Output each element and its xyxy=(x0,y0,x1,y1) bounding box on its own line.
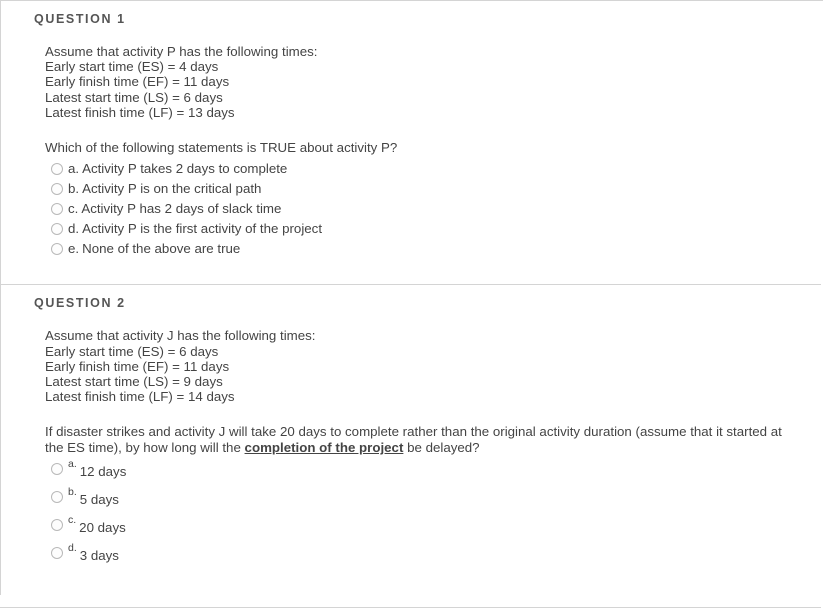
statement-line: Latest finish time (LF) = 14 days xyxy=(45,389,235,405)
quiz-page: QUESTION 1 Assume that activity P has th… xyxy=(0,0,823,608)
option-letter: e. xyxy=(68,241,80,257)
option-letter: a. xyxy=(68,458,77,471)
question-1-heading: QUESTION 1 xyxy=(34,12,126,26)
option-label: 5 days xyxy=(79,492,119,508)
prompt-emphasis: completion of the project xyxy=(244,439,404,455)
option-letter: b. xyxy=(68,180,80,196)
question-2-statement: Assume that activity J has the following… xyxy=(45,328,823,404)
statement-line: Assume that activity P has the following… xyxy=(45,44,318,59)
radio-button-icon[interactable] xyxy=(51,547,63,560)
radio-button-icon[interactable] xyxy=(51,223,63,236)
radio-button-icon[interactable] xyxy=(51,463,63,476)
radio-button-icon[interactable] xyxy=(51,491,63,504)
statement-line: Latest start time (LS) = 6 days xyxy=(45,89,223,105)
option-e[interactable]: e. None of the above are true xyxy=(45,240,823,257)
question-section-2: QUESTION 2 Assume that activity J has th… xyxy=(0,285,823,607)
statement-line: Early start time (ES) = 6 days xyxy=(45,343,219,359)
option-label: Activity P is on the critical path xyxy=(82,180,262,196)
option-letter: a. xyxy=(68,160,80,176)
option-letter: d. xyxy=(68,221,80,237)
option-letter: d. xyxy=(68,542,77,555)
option-c[interactable]: c. 20 days xyxy=(45,514,823,535)
option-d[interactable]: d. Activity P is the first activity of t… xyxy=(45,220,823,237)
radio-button-icon[interactable] xyxy=(51,182,63,195)
statement-line: Assume that activity J has the following… xyxy=(45,328,316,344)
radio-button-icon[interactable] xyxy=(51,202,63,215)
option-label: None of the above are true xyxy=(82,241,241,257)
radio-button-icon[interactable] xyxy=(51,243,63,256)
statement-line: Early finish time (EF) = 11 days xyxy=(45,358,230,374)
question-section-1: QUESTION 1 Assume that activity P has th… xyxy=(0,1,823,284)
radio-button-icon[interactable] xyxy=(51,162,63,175)
option-a[interactable]: a. 12 days xyxy=(45,458,823,479)
statement-line: Early start time (ES) = 4 days xyxy=(45,59,219,75)
question-1-body: Assume that activity P has the following… xyxy=(0,44,823,257)
option-label: 12 days xyxy=(79,464,127,480)
option-label: 3 days xyxy=(79,548,119,564)
option-letter: b. xyxy=(68,486,77,499)
option-a[interactable]: a. Activity P takes 2 days to complete xyxy=(45,160,823,177)
statement-line: Latest finish time (LF) = 13 days xyxy=(45,104,235,120)
option-label: Activity P takes 2 days to complete xyxy=(82,160,288,176)
question-1-statement: Assume that activity P has the following… xyxy=(45,44,823,120)
radio-button-icon[interactable] xyxy=(51,519,63,532)
option-c[interactable]: c. Activity P has 2 days of slack time xyxy=(45,200,823,217)
option-letter: c. xyxy=(68,514,77,527)
question-2-body: Assume that activity J has the following… xyxy=(0,328,823,563)
prompt-text-part-2: be delayed? xyxy=(403,439,480,455)
statement-line: Early finish time (EF) = 11 days xyxy=(45,74,230,90)
option-label: Activity P has 2 days of slack time xyxy=(81,200,282,216)
option-b[interactable]: b. Activity P is on the critical path xyxy=(45,180,823,197)
option-d[interactable]: d. 3 days xyxy=(45,542,823,563)
option-b[interactable]: b. 5 days xyxy=(45,486,823,507)
question-1-prompt: Which of the following statements is TRU… xyxy=(45,140,398,156)
option-label: Activity P is the first activity of the … xyxy=(82,221,323,237)
question-2-heading: QUESTION 2 xyxy=(34,296,126,311)
option-label: 20 days xyxy=(79,520,126,536)
question-2-options: a. 12 days b. 5 days c. 20 days d. 3 day xyxy=(45,458,823,563)
question-1-options: a. Activity P takes 2 days to complete b… xyxy=(45,160,823,258)
question-2-prompt: If disaster strikes and activity J will … xyxy=(45,424,793,455)
statement-line: Latest start time (LS) = 9 days xyxy=(45,374,223,390)
option-letter: c. xyxy=(68,200,79,216)
